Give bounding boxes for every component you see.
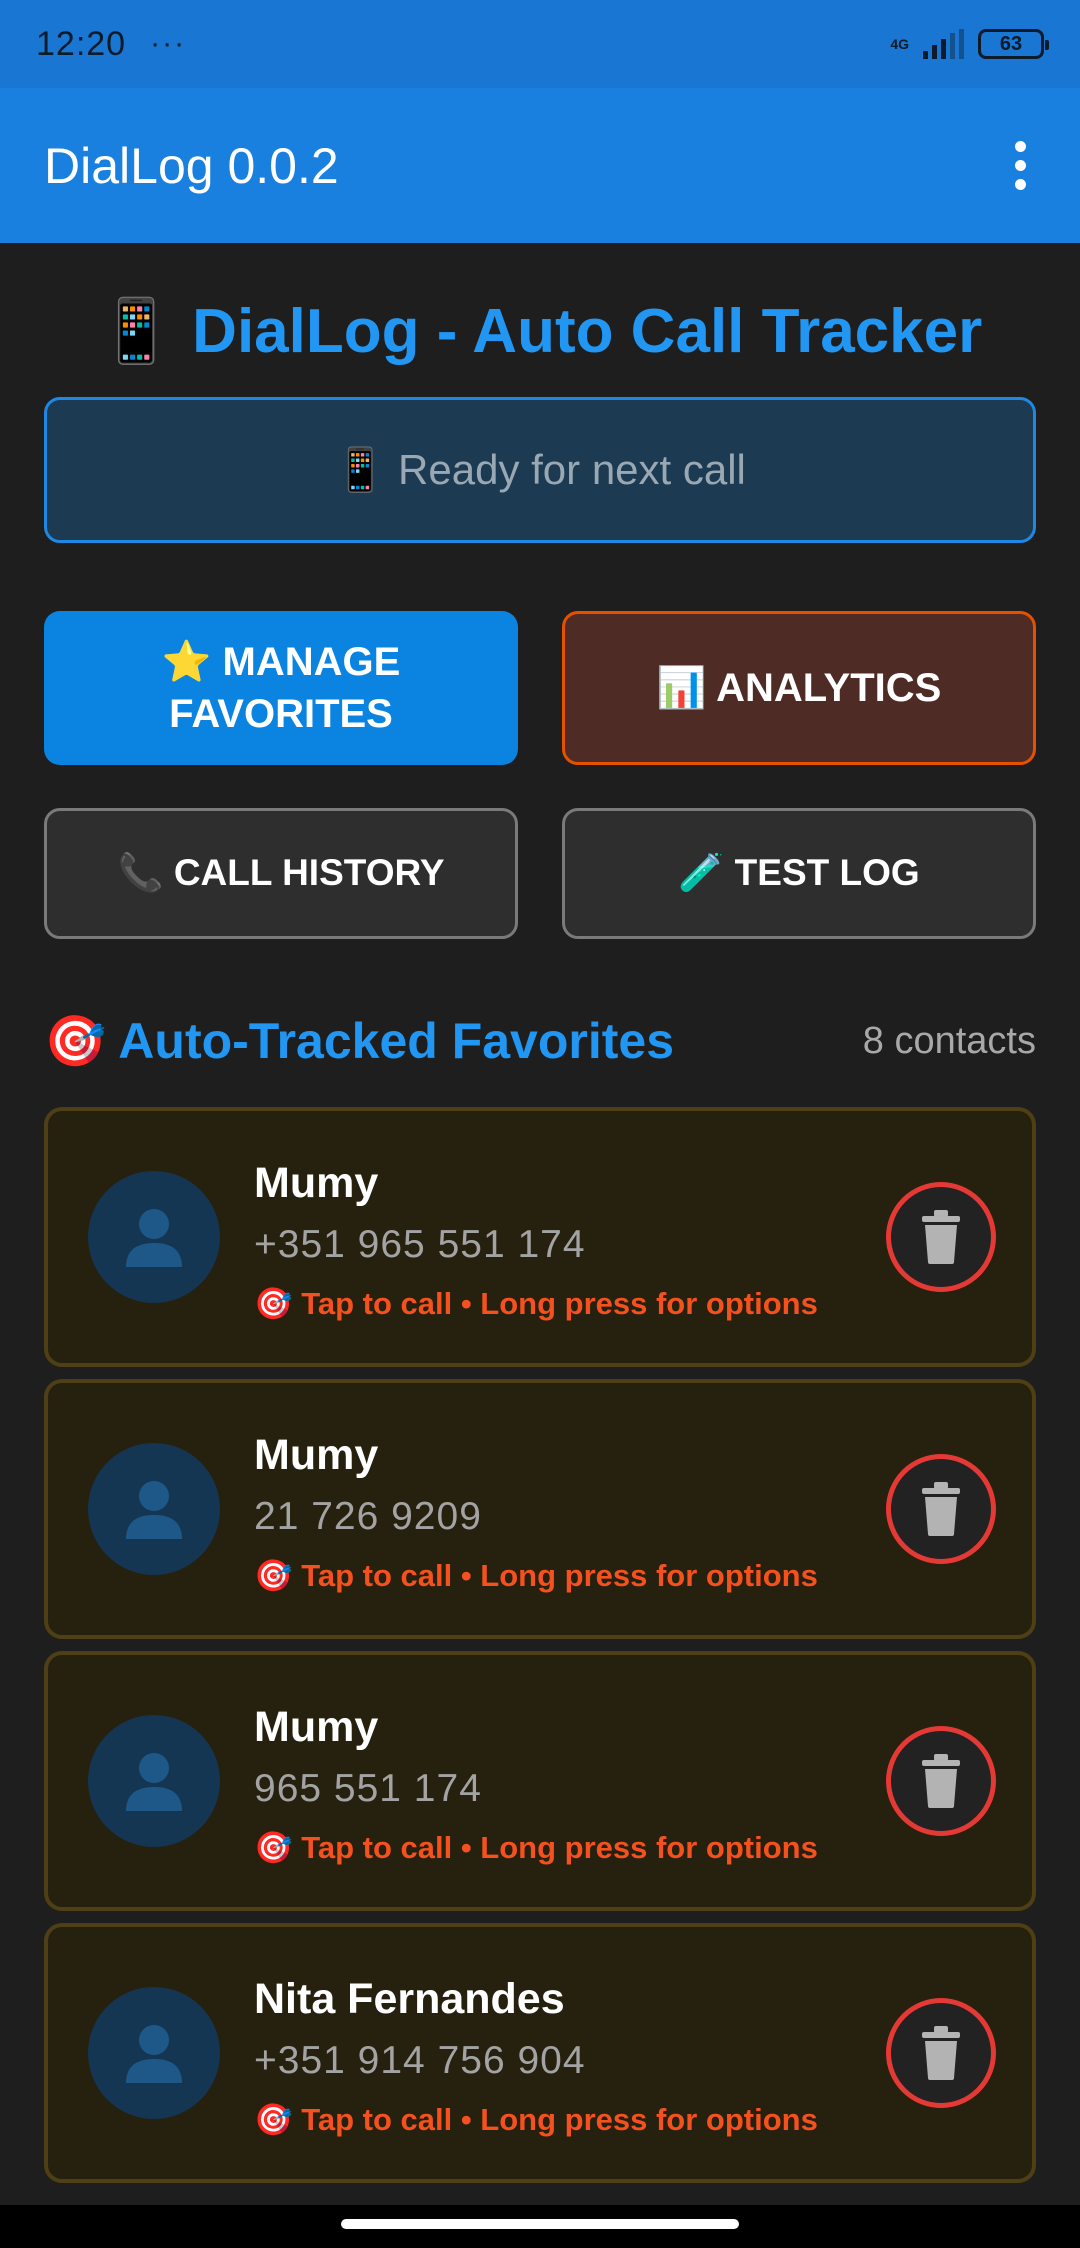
test-log-label: 🧪 TEST LOG — [678, 852, 920, 894]
contact-card[interactable]: Mumy 965 551 174 🎯 Tap to call • Long pr… — [44, 1651, 1036, 1911]
app-bar: DialLog 0.0.2 — [0, 88, 1080, 243]
trash-icon[interactable] — [886, 1726, 996, 1836]
app-title: DialLog 0.0.2 — [44, 137, 339, 194]
battery-level: 63 — [999, 32, 1023, 55]
call-history-label: 📞 CALL HISTORY — [117, 852, 445, 894]
battery-icon: 63 — [978, 29, 1049, 59]
trash-icon[interactable] — [886, 1454, 996, 1564]
contact-phone: 21 726 9209 — [254, 1495, 482, 1538]
trash-icon[interactable] — [886, 1182, 996, 1292]
network-type-label: 4G — [890, 36, 909, 52]
favorites-section-header: 🎯 Auto-Tracked Favorites 8 contacts — [44, 1006, 1036, 1076]
contact-card[interactable]: Mumy +351 965 551 174 🎯 Tap to call • Lo… — [44, 1107, 1036, 1367]
analytics-label: 📊 ANALYTICS — [656, 666, 942, 710]
person-icon — [88, 1715, 220, 1847]
call-status-box: 📱 Ready for next call — [44, 397, 1036, 543]
contact-hint: 🎯 Tap to call • Long press for options — [254, 1558, 818, 1593]
manage-favorites-label: ⭐ MANAGE FAVORITES — [161, 640, 401, 736]
contact-card[interactable]: Mumy 21 726 9209 🎯 Tap to call • Long pr… — [44, 1379, 1036, 1639]
status-notification-dots: ··· — [150, 27, 187, 60]
system-nav-bar — [0, 2205, 1080, 2248]
page-heading: 📱 DialLog - Auto Call Tracker — [0, 295, 1080, 368]
trash-icon[interactable] — [886, 1998, 996, 2108]
contact-name: Mumy — [254, 1431, 379, 1479]
call-history-button[interactable]: 📞 CALL HISTORY — [44, 808, 518, 939]
contact-name: Mumy — [254, 1159, 379, 1207]
person-icon — [88, 1171, 220, 1303]
contact-hint: 🎯 Tap to call • Long press for options — [254, 1830, 818, 1865]
signal-icon — [923, 29, 964, 59]
more-vert-icon[interactable] — [1005, 131, 1036, 200]
person-icon — [88, 1987, 220, 2119]
contact-count: 8 contacts — [862, 1019, 1036, 1062]
contact-name: Nita Fernandes — [254, 1975, 565, 2023]
phone-emoji-icon: 📱 — [97, 297, 175, 366]
contact-name: Mumy — [254, 1703, 379, 1751]
contact-hint: 🎯 Tap to call • Long press for options — [254, 1286, 818, 1321]
home-indicator[interactable] — [341, 2219, 739, 2229]
contact-hint: 🎯 Tap to call • Long press for options — [254, 2102, 818, 2137]
call-status-text: 📱 Ready for next call — [334, 445, 746, 493]
status-bar: 12:20 ··· 4G 63 — [0, 0, 1080, 88]
main-content: 📱 DialLog - Auto Call Tracker 📱 Ready fo… — [0, 243, 1080, 2205]
status-indicators: 4G 63 — [890, 29, 1049, 59]
contact-card[interactable]: Nita Fernandes +351 914 756 904 🎯 Tap to… — [44, 1923, 1036, 2183]
contact-phone: +351 914 756 904 — [254, 2039, 586, 2082]
contact-phone: 965 551 174 — [254, 1767, 482, 1810]
page-heading-text: DialLog - Auto Call Tracker — [192, 297, 983, 366]
person-icon — [88, 1443, 220, 1575]
analytics-button[interactable]: 📊 ANALYTICS — [562, 611, 1036, 765]
contact-phone: +351 965 551 174 — [254, 1223, 586, 1266]
manage-favorites-button[interactable]: ⭐ MANAGE FAVORITES — [44, 611, 518, 765]
section-title: 🎯 Auto-Tracked Favorites — [44, 1012, 675, 1069]
status-time: 12:20 — [36, 24, 127, 63]
test-log-button[interactable]: 🧪 TEST LOG — [562, 808, 1036, 939]
